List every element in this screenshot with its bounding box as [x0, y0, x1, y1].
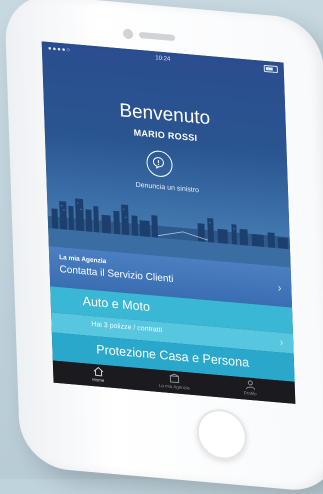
- phone-device: ●●●●○ 10:24 Benvenuto MARIO ROSSI Denunc…: [4, 0, 323, 494]
- report-claim-button[interactable]: [146, 150, 173, 178]
- hero-banner: ●●●●○ 10:24 Benvenuto MARIO ROSSI Denunc…: [42, 41, 291, 267]
- contact-customer-service-label: Contatta il Servizio Clienti: [59, 264, 173, 285]
- tab-my-agency[interactable]: La mia Agenzia: [149, 371, 200, 391]
- chevron-right-icon: ›: [278, 282, 282, 294]
- user-icon: [244, 379, 255, 390]
- tab-my-agency-label: La mia Agenzia: [159, 383, 190, 391]
- chevron-right-icon: ›: [279, 336, 283, 348]
- front-camera: [123, 28, 133, 39]
- home-button[interactable]: [196, 407, 248, 462]
- tab-home[interactable]: Home: [73, 364, 124, 384]
- my-agency-title: La mia Agenzia: [59, 254, 106, 265]
- signal-icon: ●●●●○: [48, 42, 72, 58]
- earpiece-speaker: [139, 32, 175, 41]
- auto-moto-title: Auto e Moto: [82, 294, 150, 314]
- agency-icon: [168, 373, 179, 384]
- policies-count-label: Hai 3 polizze / contratti: [91, 321, 162, 334]
- battery-icon: [264, 65, 278, 73]
- status-time: 10:24: [155, 55, 170, 62]
- status-bar: ●●●●○ 10:24: [42, 41, 284, 76]
- tab-profile[interactable]: Profilo: [225, 378, 276, 398]
- home-icon: [92, 366, 103, 377]
- app-screen: ●●●●○ 10:24 Benvenuto MARIO ROSSI Denunc…: [42, 41, 296, 403]
- tab-home-label: Home: [92, 377, 104, 383]
- chat-alert-icon: [152, 156, 164, 169]
- tab-profile-label: Profilo: [244, 390, 257, 396]
